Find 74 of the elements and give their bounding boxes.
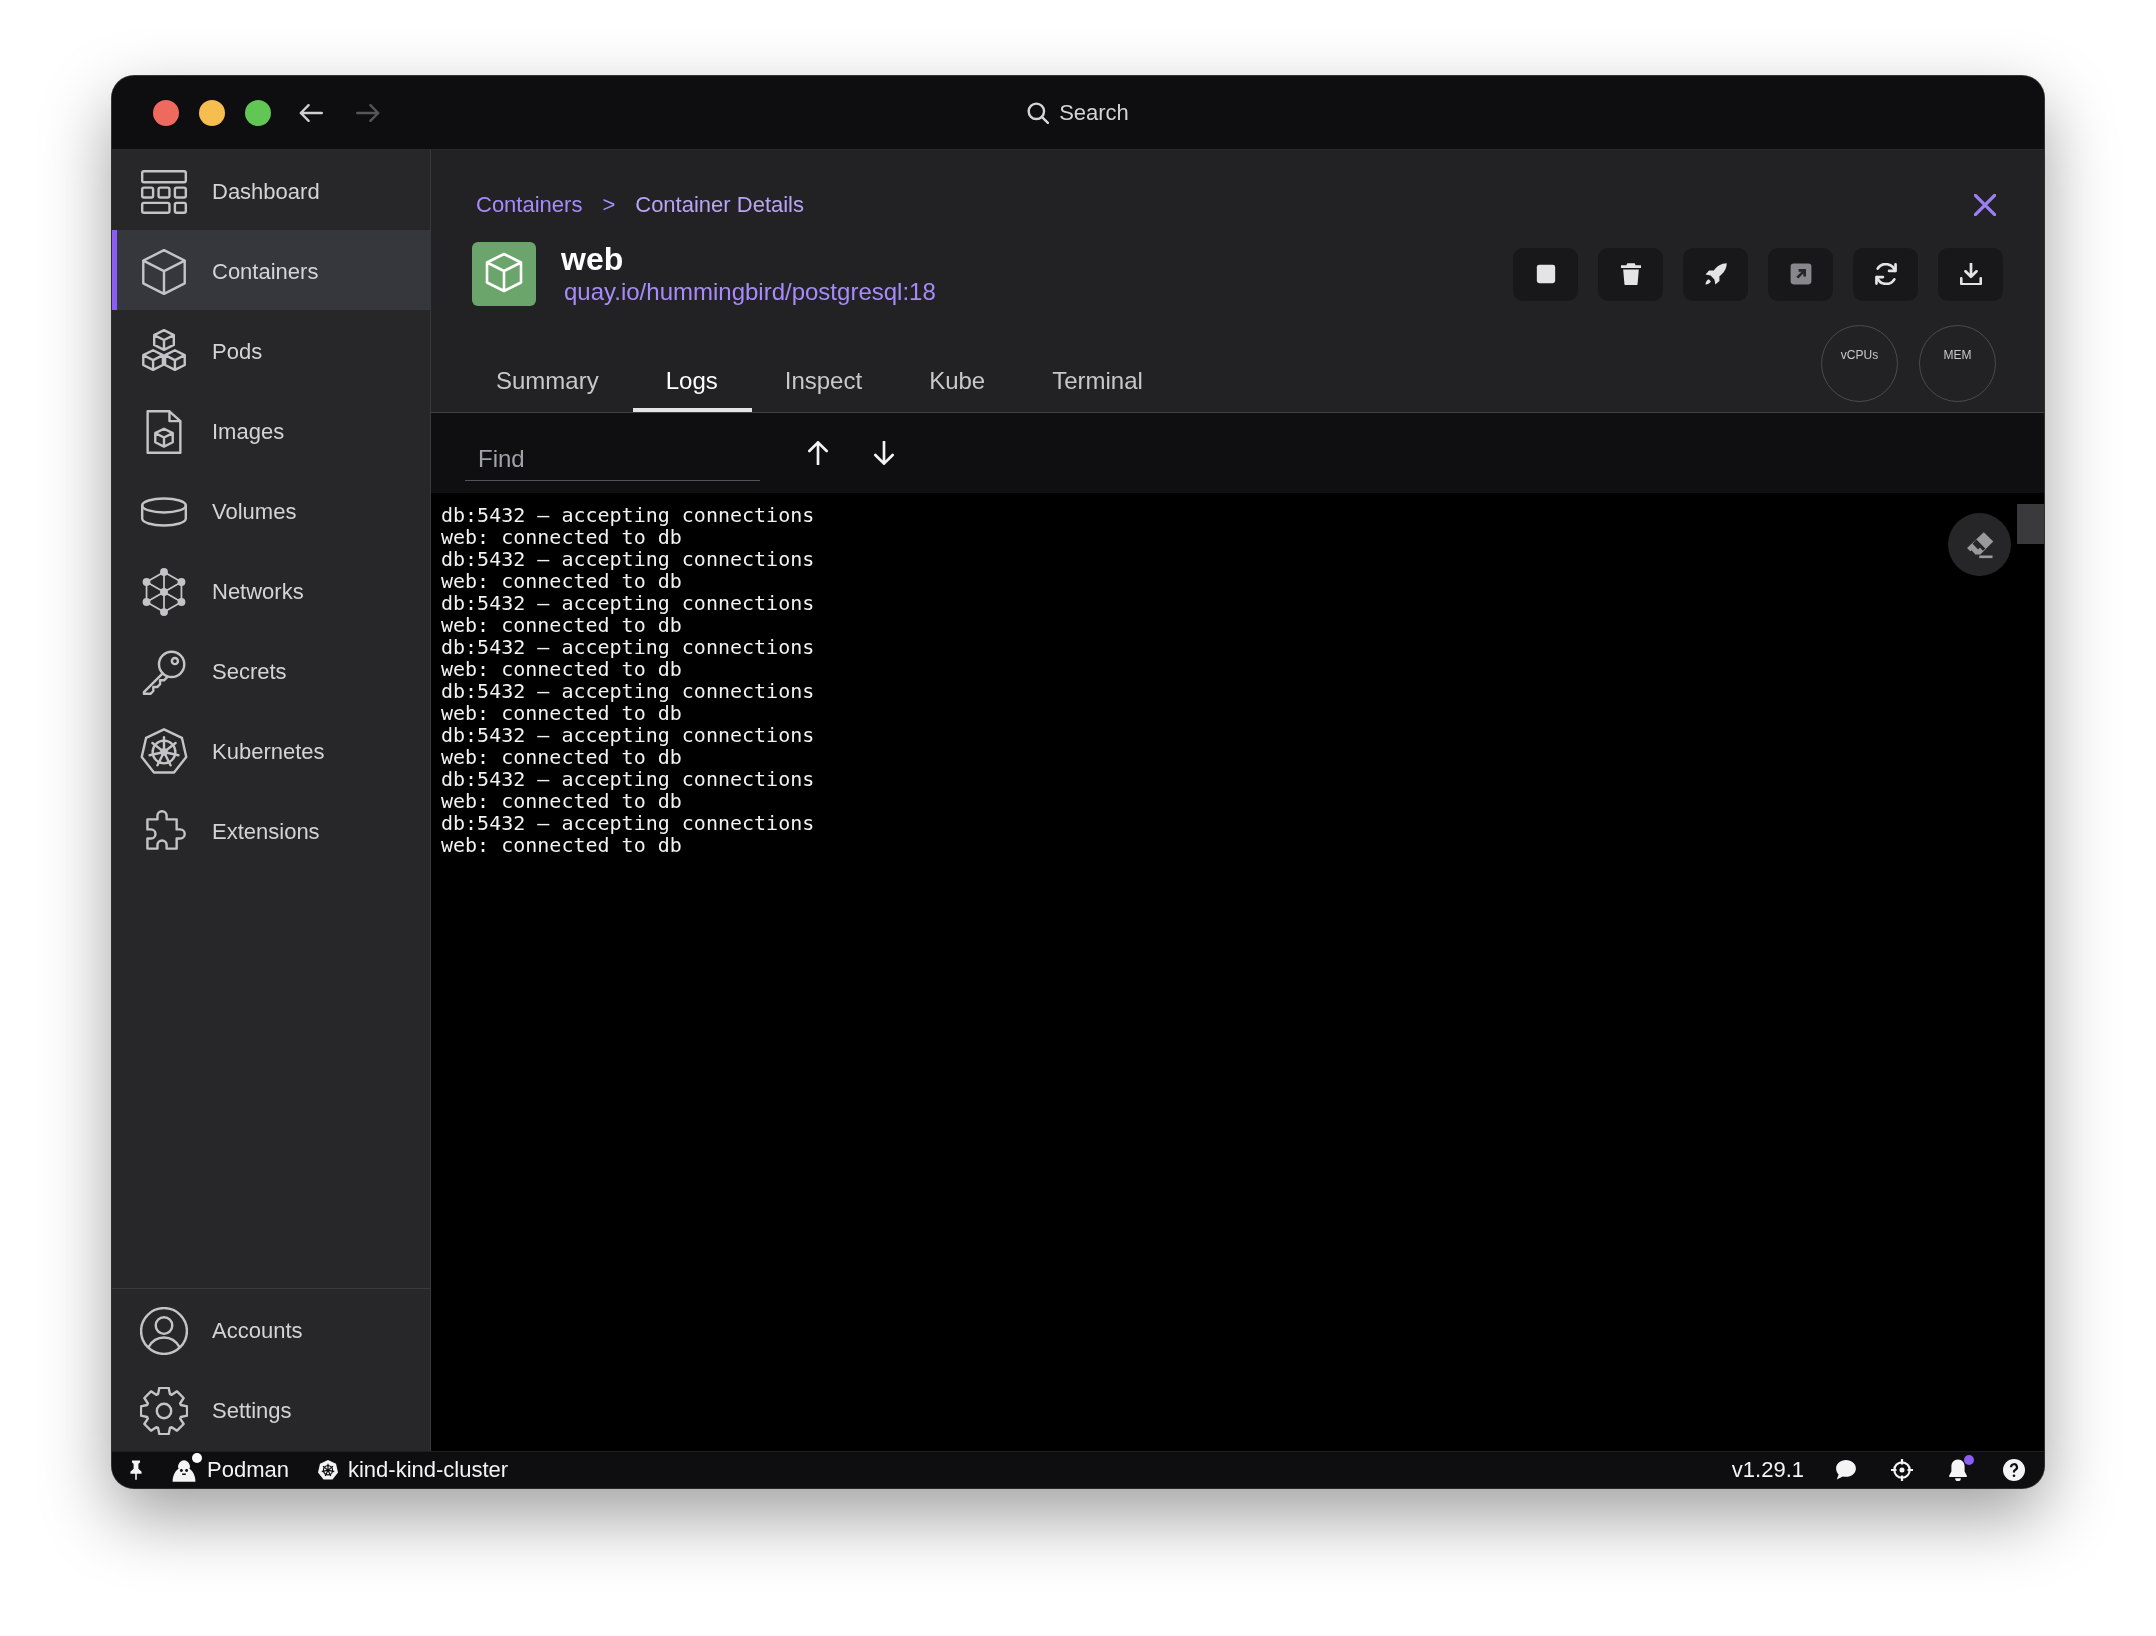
search-icon [1027,101,1050,124]
trash-icon [1619,263,1642,285]
deploy-button[interactable] [1683,247,1748,301]
back-icon[interactable] [299,102,323,123]
version-label: v1.29.1 [1731,1457,1804,1483]
restart-button[interactable] [1853,247,1918,301]
status-label[interactable]: Podman [207,1457,289,1483]
breadcrumb-current: Container Details [635,192,804,218]
tab[interactable]: Terminal [1019,354,1177,412]
log-line: db:5432 – accepting connections [441,680,815,702]
sidebar-item[interactable]: Pods [112,310,430,390]
arrow-down-icon[interactable] [873,441,895,465]
crosshair-icon[interactable] [1891,1459,1913,1481]
log-line: web: connected to db [441,658,682,680]
scrollbar-thumb[interactable] [2017,504,2044,544]
log-line: web: connected to db [441,790,682,812]
sidebar-item[interactable]: Secrets [112,630,430,710]
dashboard-grid-icon [140,167,188,216]
find-field[interactable]: Find [465,437,760,481]
cube-tile-icon [472,242,536,306]
stop-button[interactable] [1513,247,1578,301]
sidebar-item[interactable]: Dashboard [112,150,430,230]
close-icon[interactable] [1974,194,1996,216]
help-icon[interactable] [2003,1459,2025,1481]
log-line: web: connected to db [441,526,682,548]
tab[interactable]: Inspect [751,354,897,412]
bell-icon[interactable] [1947,1459,1969,1481]
breadcrumb-link[interactable]: Containers [476,192,583,218]
sidebar-item[interactable]: Accounts [112,1289,430,1369]
refresh-icon [1874,263,1897,285]
helm-wheel-icon[interactable] [317,1460,338,1480]
sidebar-item[interactable]: Kubernetes [112,710,430,790]
log-line: web: connected to db [441,834,682,856]
sidebar-item[interactable]: Settings [112,1369,430,1449]
close-window-icon[interactable] [153,99,179,126]
log-line: web: connected to db [441,702,682,724]
mascot-icon[interactable] [171,1457,197,1483]
log-line: db:5432 – accepting connections [441,768,815,790]
log-line: web: connected to db [441,570,682,592]
log-line: db:5432 – accepting connections [441,636,815,658]
sidebar-item[interactable]: Networks [112,550,430,630]
eraser-icon [1964,530,1995,559]
sidebar-item[interactable]: Images [112,390,430,470]
breadcrumb-separator: > [602,192,616,218]
search-button[interactable]: Search [1027,99,1129,126]
tab[interactable]: Summary [464,354,633,412]
export-button[interactable] [1938,247,2003,301]
log-line: web: connected to db [441,746,682,768]
helm-wheel-icon [140,727,188,776]
log-line: db:5432 – accepting connections [441,812,815,834]
stop-icon [1534,263,1557,285]
sidebar-item[interactable]: Volumes [112,470,430,550]
minimize-window-icon[interactable] [199,99,225,126]
log-line: db:5432 – accepting connections [441,504,815,526]
maximize-window-icon[interactable] [245,99,271,126]
log-line: web: connected to db [441,614,682,636]
download-icon [1959,263,1982,285]
settings-icon [140,1386,188,1435]
network-icon [140,567,188,616]
sidebar-item[interactable]: Containers [112,230,430,310]
status-label[interactable]: kind-kind-cluster [347,1457,509,1483]
cube-icon [140,247,188,296]
image-link[interactable]: quay.io/hummingbird/postgresql:18 [561,277,936,307]
log-line: db:5432 – accepting connections [441,592,815,614]
arrow-box-icon [1789,263,1812,285]
tab[interactable]: Kube [896,354,1020,412]
rocket-icon [1704,263,1727,285]
sidebar-item[interactable]: Extensions [112,790,430,870]
container-name: web [561,241,625,277]
log-line: db:5432 – accepting connections [441,724,815,746]
log-line: db:5432 – accepting connections [441,548,815,570]
chat-bubble-icon[interactable] [1835,1459,1857,1481]
arrow-up-icon[interactable] [807,441,829,465]
delete-button[interactable] [1598,247,1663,301]
